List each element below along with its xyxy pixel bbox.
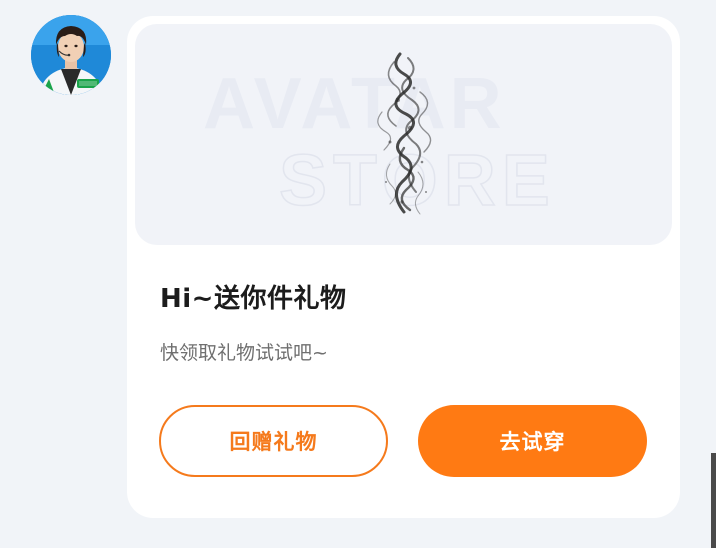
scrollbar-thumb[interactable] <box>711 453 716 548</box>
smoke-artwork-icon <box>377 52 432 215</box>
gift-card: AVATAR STORE Hi~送你件礼物 快领取礼物试试吧~ 回赠礼物 去试穿 <box>127 16 680 518</box>
avatar-portrait-icon <box>31 15 111 95</box>
watermark-line-1: AVATAR <box>203 64 506 144</box>
chat-page: AVATAR STORE Hi~送你件礼物 快领取礼物试试吧~ 回赠礼物 去试穿 <box>0 0 716 548</box>
return-gift-button[interactable]: 回赠礼物 <box>159 405 388 477</box>
sender-avatar[interactable] <box>31 15 111 95</box>
gift-banner: AVATAR STORE <box>135 24 672 245</box>
return-gift-label: 回赠礼物 <box>229 430 318 454</box>
try-on-label: 去试穿 <box>499 430 566 454</box>
gift-subtitle: 快领取礼物试试吧~ <box>160 342 328 364</box>
try-on-button[interactable]: 去试穿 <box>418 405 647 477</box>
gift-title: Hi~送你件礼物 <box>160 284 347 314</box>
